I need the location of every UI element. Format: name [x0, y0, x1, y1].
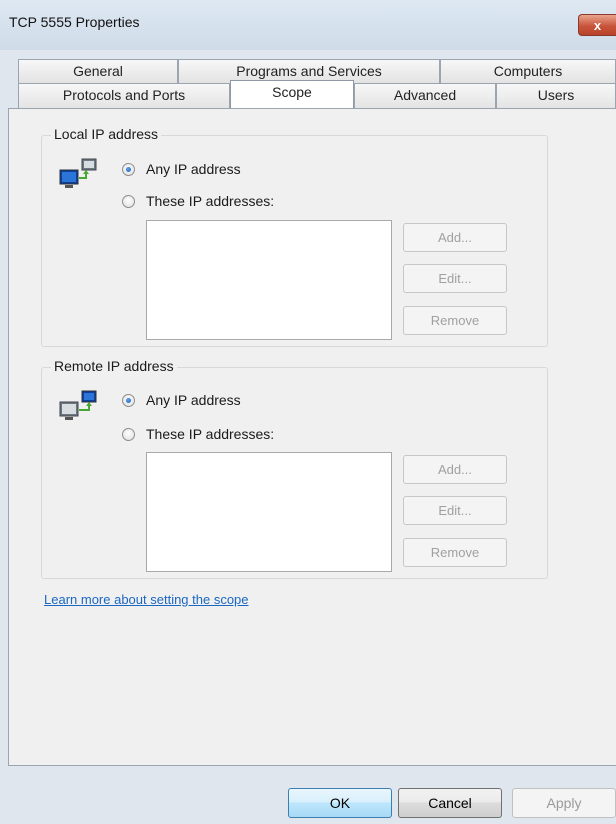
radio-button[interactable] [122, 427, 135, 441]
title-bar: TCP 5555 Properties x [0, 0, 616, 50]
tab-users[interactable]: Users [496, 83, 616, 109]
tab-general[interactable]: General [18, 59, 178, 83]
tab-label: Users [537, 87, 575, 103]
radio-button[interactable] [122, 393, 135, 407]
tab-label: Programs and Services [236, 63, 382, 79]
learn-more-link[interactable]: Learn more about setting the scope [44, 592, 249, 607]
close-button[interactable]: x [578, 14, 616, 36]
tab-computers[interactable]: Computers [440, 59, 616, 83]
local-ip-group-label: Local IP address [51, 126, 162, 142]
local-add-button[interactable]: Add... [403, 223, 507, 252]
remote-ip-group-label: Remote IP address [51, 358, 177, 374]
tab-label: Advanced [393, 87, 457, 103]
radio-label: These IP addresses: [146, 426, 275, 442]
radio-label: Any IP address [146, 161, 241, 177]
radio-button[interactable] [122, 162, 135, 176]
local-these-ip-radio[interactable]: These IP addresses: [122, 193, 274, 209]
remote-edit-button[interactable]: Edit... [403, 496, 507, 525]
local-any-ip-radio[interactable]: Any IP address [122, 161, 241, 177]
remote-any-ip-radio[interactable]: Any IP address [122, 392, 241, 408]
tab-label: Protocols and Ports [62, 87, 186, 103]
ok-button[interactable]: OK [288, 788, 392, 818]
apply-button[interactable]: Apply [512, 788, 616, 818]
tab-label: General [73, 63, 123, 79]
local-edit-button[interactable]: Edit... [403, 264, 507, 293]
local-ip-list[interactable] [146, 220, 392, 340]
window-title: TCP 5555 Properties [9, 14, 140, 30]
radio-label: These IP addresses: [146, 193, 275, 209]
tab-protocols-and-ports[interactable]: Protocols and Ports [18, 83, 230, 109]
radio-label: Any IP address [146, 392, 241, 408]
local-remove-button[interactable]: Remove [403, 306, 507, 335]
tab-scope[interactable]: Scope [230, 80, 354, 108]
network-computers-icon [59, 390, 97, 420]
tab-label: Scope [272, 84, 312, 100]
remote-these-ip-radio[interactable]: These IP addresses: [122, 426, 274, 442]
network-computers-icon [59, 158, 97, 188]
tab-label: Computers [493, 63, 563, 79]
remote-add-button[interactable]: Add... [403, 455, 507, 484]
remote-remove-button[interactable]: Remove [403, 538, 507, 567]
tab-advanced[interactable]: Advanced [354, 83, 496, 109]
radio-button[interactable] [122, 194, 135, 208]
close-icon: x [593, 17, 602, 33]
cancel-button[interactable]: Cancel [398, 788, 502, 818]
remote-ip-list[interactable] [146, 452, 392, 572]
